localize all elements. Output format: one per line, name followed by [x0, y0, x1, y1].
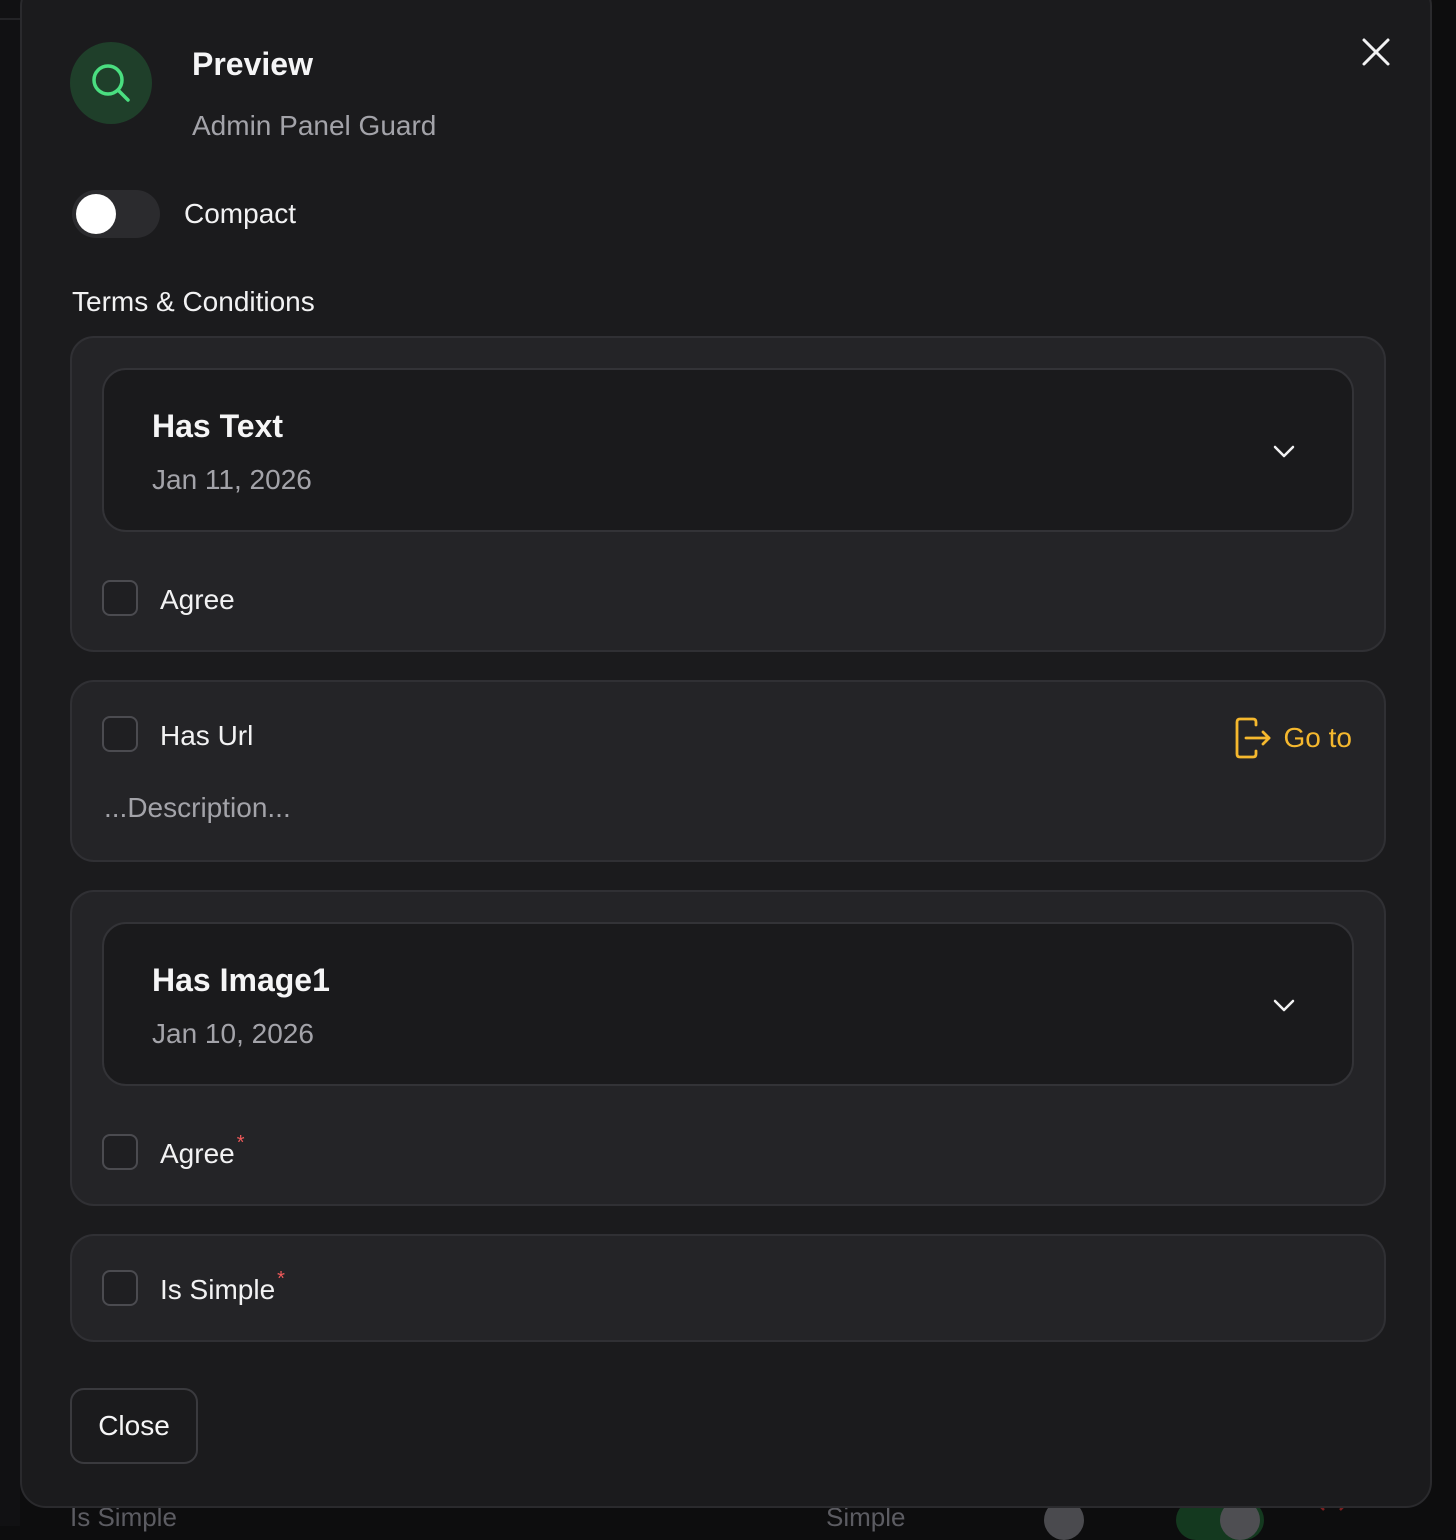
terms-card-has-image: Has Image1 Jan 10, 2026 Agree * [70, 890, 1386, 1206]
terms-card-has-text: Has Text Jan 11, 2026 Agree [70, 336, 1386, 652]
external-link-icon [1235, 717, 1270, 759]
required-marker: * [236, 1132, 245, 1154]
has-url-description: ...Description... [104, 792, 291, 823]
accordion-date: Jan 10, 2026 [152, 1018, 314, 1049]
toggle-knob [76, 194, 116, 234]
accordion-date: Jan 11, 2026 [152, 464, 312, 495]
agree-required-label: Agree * [160, 1132, 245, 1169]
compact-toggle[interactable] [72, 190, 160, 238]
required-marker: * [277, 1268, 285, 1290]
chevron-down-icon [1273, 999, 1295, 1012]
is-simple-checkbox[interactable] [102, 1270, 138, 1306]
agree-required-checkbox[interactable] [102, 1134, 138, 1170]
is-simple-label: Is Simple * [160, 1268, 285, 1305]
accordion-title: Has Text [152, 408, 284, 444]
agree-checkbox[interactable] [102, 580, 138, 616]
header-avatar [70, 42, 152, 124]
close-button[interactable]: Close [70, 1388, 198, 1464]
chevron-down-icon [1273, 445, 1295, 458]
background-page-edge [0, 0, 20, 1526]
accordion-title: Has Image1 [152, 962, 330, 998]
compact-toggle-label: Compact [184, 198, 297, 229]
agree-label: Agree [160, 584, 235, 615]
modal-title: Preview [192, 46, 313, 82]
preview-modal: Preview Admin Panel Guard Compact Terms … [20, 0, 1432, 1508]
has-url-checkbox[interactable] [102, 716, 138, 752]
background-divider [0, 18, 20, 20]
has-text-accordion[interactable]: Has Text Jan 11, 2026 [102, 368, 1354, 532]
section-title: Terms & Conditions [72, 286, 315, 317]
close-icon[interactable] [1356, 32, 1396, 72]
go-to-label: Go to [1283, 722, 1352, 753]
go-to-link[interactable]: Go to [1234, 716, 1352, 760]
terms-card-has-url: Has Url Go to ...Description... [70, 680, 1386, 862]
terms-card-is-simple: Is Simple * [70, 1234, 1386, 1342]
modal-subtitle: Admin Panel Guard [192, 110, 437, 141]
has-image-accordion[interactable]: Has Image1 Jan 10, 2026 [102, 922, 1354, 1086]
has-url-label: Has Url [160, 720, 254, 751]
search-icon [92, 64, 130, 102]
